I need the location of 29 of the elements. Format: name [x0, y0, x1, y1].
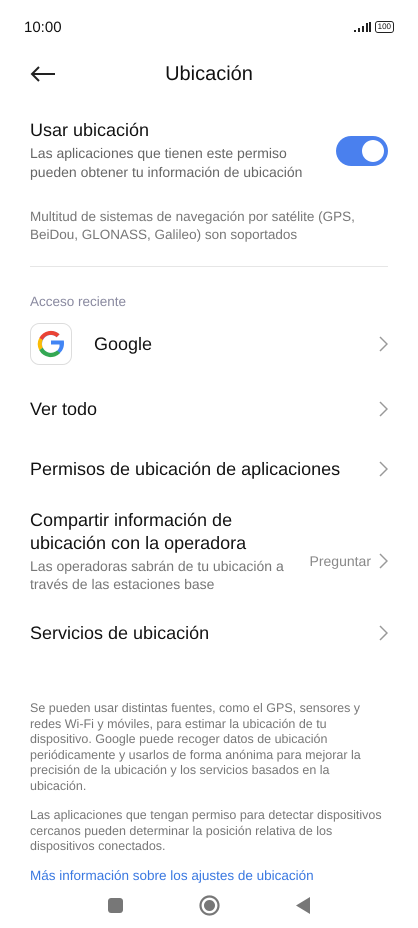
chevron-right-icon	[379, 553, 388, 569]
setting-title: Usar ubicación	[30, 120, 150, 141]
battery-indicator: 100	[374, 21, 394, 33]
menu-item[interactable]: Ver todo	[30, 398, 371, 420]
recents-icon[interactable]	[108, 898, 123, 913]
status-time: 10:00	[24, 18, 62, 36]
menu-item[interactable]: Servicios de ubicación	[30, 622, 371, 644]
chevron-right-icon	[379, 625, 388, 641]
signal-icon	[354, 22, 371, 32]
info-paragraph: Las aplicaciones que tengan permiso para detectar dispositivos cercanos pueden determinar la posición relativa de los dispositivos conectados.	[30, 808, 383, 854]
gnss-note: Multitud de sistemas de navegación por satélite (GPS, BeiDou, GLONASS, Galileo) son soportados	[30, 208, 356, 244]
setting-description: Las aplicaciones que tienen este permiso pueden obtener tu información de ubicación	[30, 144, 304, 182]
toggle-switch[interactable]	[336, 136, 388, 166]
back-icon[interactable]	[30, 66, 56, 82]
menu-item[interactable]: Permisos de ubicación de aplicaciones	[30, 458, 371, 480]
info-paragraph: Se pueden usar distintas fuentes, como el GPS, sensores y redes Wi-Fi y móviles, para estimar la ubicación de tu dispositivo. Google puede recoger datos de ubicación periódicamente y usarlos de forma anónima para mejorar la precisión de la ubicación y los servicios basados en la ubicación.	[30, 701, 362, 794]
chevron-right-icon	[379, 461, 388, 477]
item-value: Preguntar	[310, 553, 371, 569]
chevron-right-icon	[379, 401, 388, 417]
home-icon[interactable]	[199, 895, 220, 916]
app-name[interactable]: Google	[94, 332, 371, 356]
back-nav-icon[interactable]	[296, 897, 310, 914]
item-description: Las operadoras sabrán de tu ubicación a través de las estaciones base	[30, 557, 285, 593]
section-label: Acceso reciente	[30, 294, 128, 309]
google-app-icon	[30, 323, 72, 365]
page-title: Ubicación	[165, 62, 253, 86]
menu-item[interactable]: Compartir información de ubicación con la operadora	[30, 509, 280, 555]
chevron-right-icon	[379, 336, 388, 352]
more-info-link[interactable]: Más información sobre los ajustes de ubicación	[30, 868, 388, 882]
